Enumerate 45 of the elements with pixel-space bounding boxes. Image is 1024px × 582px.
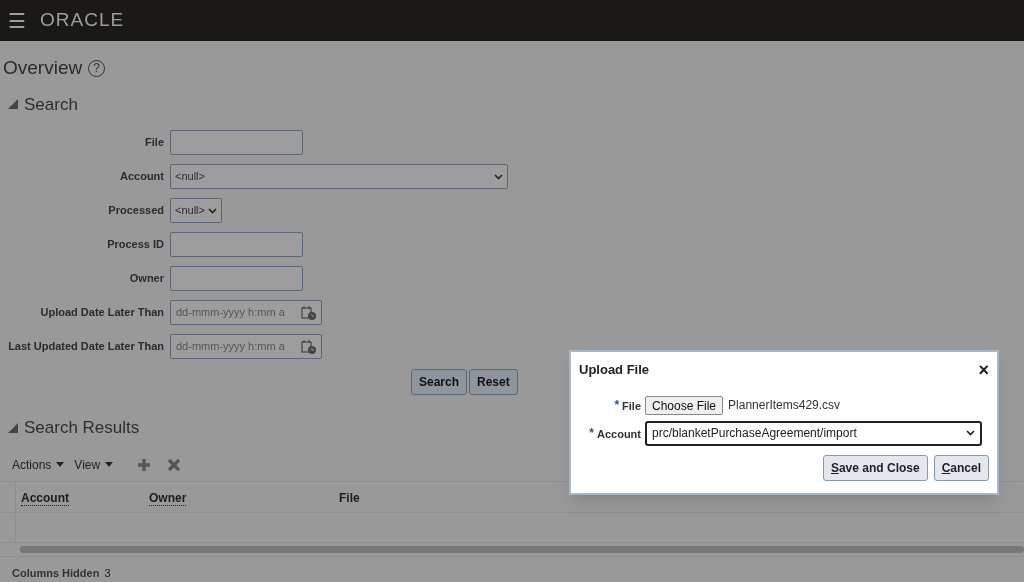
- menu-button[interactable]: Actions: [12, 455, 65, 474]
- field-label: Process ID: [106, 237, 165, 253]
- required-mark: *: [614, 396, 620, 414]
- section-title: Search: [24, 93, 78, 116]
- collapse-icon[interactable]: [8, 99, 18, 110]
- delete-icon[interactable]: [167, 457, 182, 472]
- section-title: Search Results: [24, 417, 140, 439]
- chevron-down-icon: [494, 173, 503, 180]
- text-field[interactable]: [170, 130, 303, 155]
- field-label: Owner: [128, 271, 165, 287]
- chevron-down-icon: [208, 207, 217, 214]
- page-title: Overview: [3, 56, 83, 80]
- column-header[interactable]: Account: [21, 490, 69, 506]
- collapse-icon[interactable]: [8, 422, 18, 433]
- columns-hidden-count: 3: [104, 565, 111, 581]
- dialog-button[interactable]: Save and Close: [822, 454, 928, 481]
- file-name: PlannerItems429.csv: [728, 397, 841, 414]
- dialog-title: Upload File: [579, 361, 650, 379]
- field-label: Processed: [107, 203, 165, 219]
- text-field[interactable]: [170, 266, 303, 291]
- select-field[interactable]: <null>: [170, 164, 508, 189]
- choose-file-button[interactable]: Choose File: [645, 395, 724, 415]
- required-mark: *: [589, 424, 594, 442]
- scrollbar[interactable]: [20, 545, 1024, 553]
- search-form-button[interactable]: Search: [411, 369, 468, 395]
- field-label: File: [622, 398, 641, 414]
- dialog-button[interactable]: Cancel: [933, 454, 989, 481]
- select-field[interactable]: <null>: [170, 198, 222, 223]
- field-label: Account: [597, 426, 641, 442]
- field-label: Last Updated Date Later Than: [7, 339, 165, 355]
- column-header[interactable]: Owner: [149, 490, 187, 506]
- calendar-icon[interactable]: [301, 304, 317, 321]
- field-label: Account: [119, 169, 165, 185]
- text-field[interactable]: [170, 232, 303, 257]
- field-label: Upload Date Later Than: [39, 305, 165, 321]
- columns-hidden-label: Columns Hidden: [12, 565, 100, 581]
- field-label: File: [144, 135, 165, 151]
- search-form-button[interactable]: Reset: [469, 369, 518, 395]
- chevron-down-icon: [966, 430, 975, 436]
- column-header[interactable]: File: [339, 490, 360, 505]
- brand-logo: ORACLE: [40, 8, 125, 33]
- add-icon[interactable]: [137, 457, 152, 472]
- menu-button[interactable]: View: [74, 455, 114, 474]
- calendar-icon[interactable]: [301, 338, 317, 355]
- select-field[interactable]: prc/blanketPurchaseAgreement/import: [645, 420, 982, 446]
